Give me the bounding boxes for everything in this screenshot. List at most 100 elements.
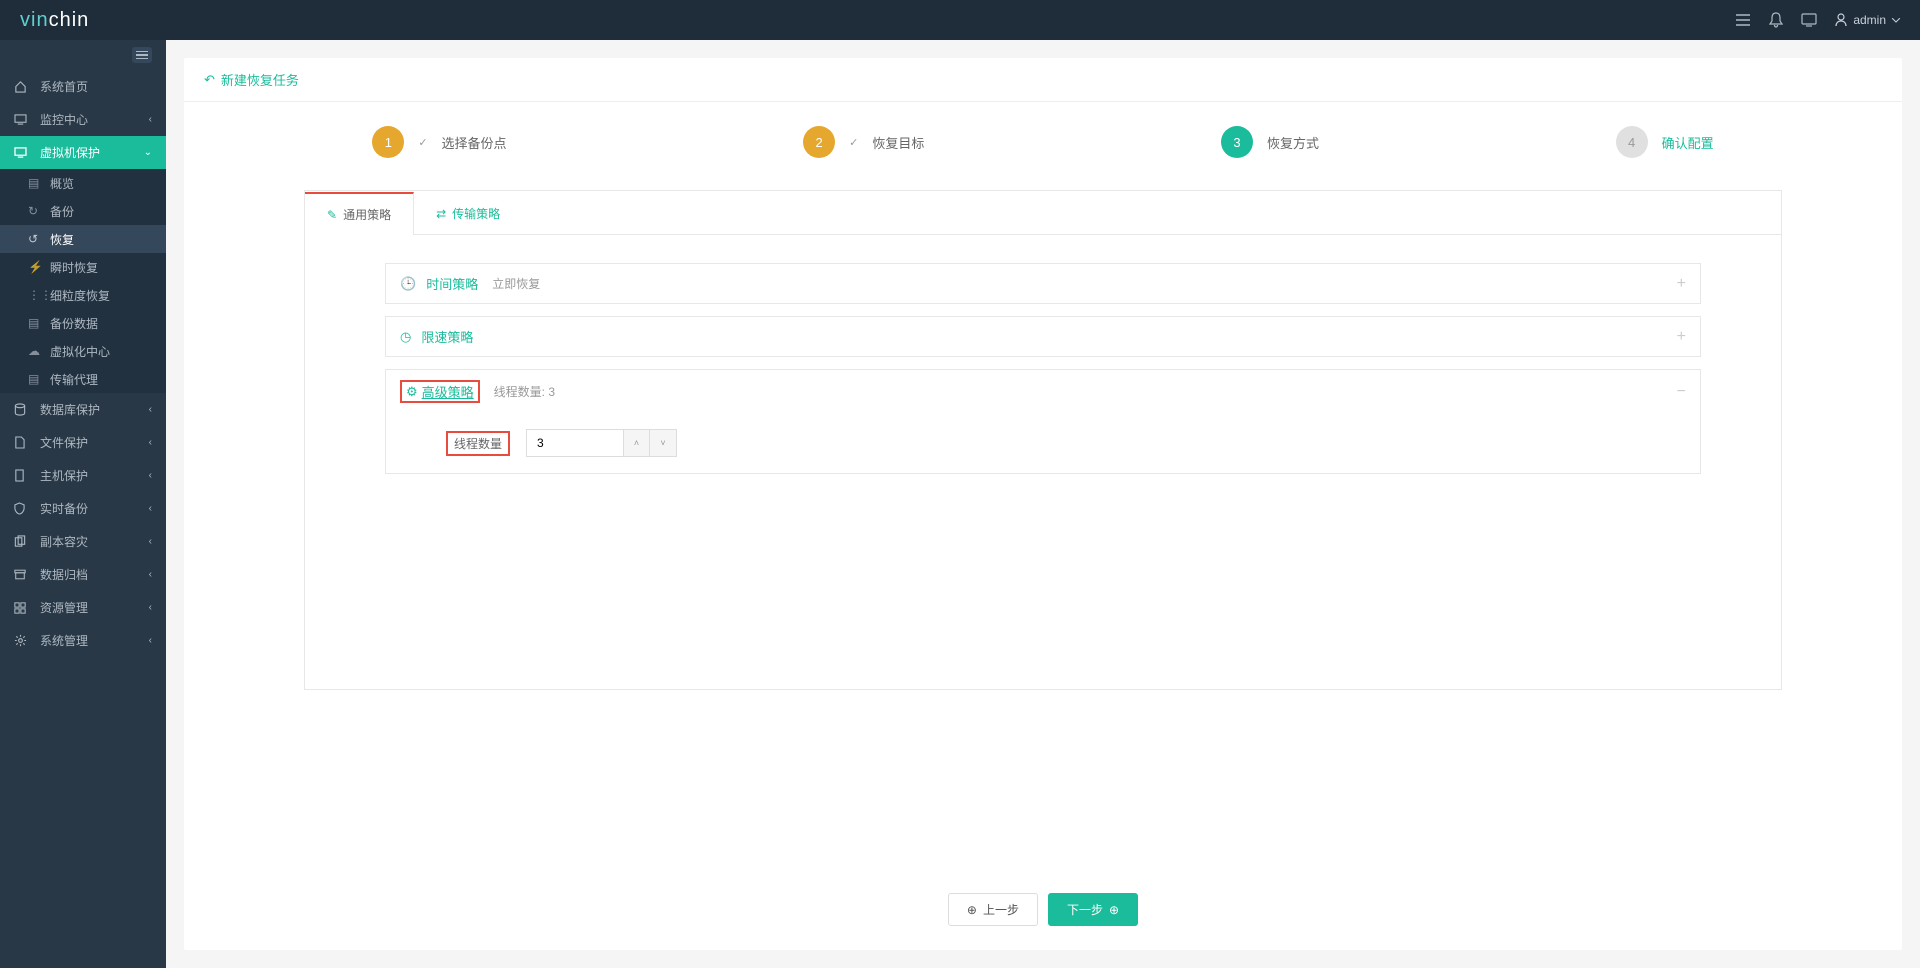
chevron-left-icon: ‹	[149, 635, 152, 646]
sidebar-item-vm-protection[interactable]: 虚拟机保护 ⌄	[0, 136, 166, 169]
sidebar-item-resources[interactable]: 资源管理‹	[0, 591, 166, 624]
sidebar-item-label: 瞬时恢复	[50, 259, 98, 276]
sidebar-item-label: 监控中心	[40, 111, 88, 128]
flash-icon: ⚡	[28, 260, 42, 274]
spinner-down[interactable]: ˅	[650, 430, 676, 456]
sidebar-item-realtime[interactable]: 实时备份 ‹	[0, 492, 166, 525]
next-button[interactable]: 下一步 ⊕	[1048, 893, 1138, 926]
wizard-steps: 1 ✓ 选择备份点 2 ✓ 恢复目标 3 恢复方式 4 确认配置	[184, 102, 1902, 190]
panel-header: ↶ 新建恢复任务	[184, 58, 1902, 102]
page-title: 新建恢复任务	[221, 70, 299, 89]
host-icon	[14, 469, 30, 482]
logo[interactable]: vinchin	[20, 0, 89, 40]
sidebar-item-label: 虚拟化中心	[50, 343, 110, 360]
hamburger-icon[interactable]	[132, 47, 152, 63]
advanced-strategy-header[interactable]: ⚙ 高级策略 线程数量: 3 −	[386, 370, 1700, 413]
spinner-buttons: ˄ ˅	[623, 430, 676, 456]
sidebar-item-label: 主机保护	[40, 467, 88, 484]
chevron-left-icon: ‹	[149, 536, 152, 547]
sidebar-item-db[interactable]: 数据库保护‹	[0, 393, 166, 426]
sidebar-item-label: 实时备份	[40, 500, 88, 517]
sub-granular-restore[interactable]: ⋮⋮细粒度恢复	[0, 281, 166, 309]
step-1[interactable]: 1 ✓ 选择备份点	[372, 126, 506, 158]
sidebar-item-label: 资源管理	[40, 599, 88, 616]
sidebar-item-label: 系统首页	[40, 78, 88, 95]
thread-input[interactable]	[527, 430, 623, 456]
step-label: 恢复方式	[1267, 133, 1319, 152]
logo-part2: chin	[49, 9, 90, 31]
tab-label: 传输策略	[452, 205, 500, 222]
sidebar-item-home[interactable]: 系统首页	[0, 70, 166, 103]
spinner-up[interactable]: ˄	[624, 430, 650, 456]
speed-strategy-header[interactable]: ◷ 限速策略 +	[386, 317, 1700, 356]
agent-icon: ▤	[28, 372, 42, 386]
shield-icon	[14, 502, 30, 515]
chevron-down-icon: ⌄	[144, 147, 152, 158]
backup-icon: ↻	[28, 204, 42, 218]
tab-transfer[interactable]: ⇄ 传输策略	[414, 191, 522, 234]
sidebar-item-system[interactable]: 系统管理 ‹	[0, 624, 166, 657]
sub-restore[interactable]: ↺ 恢复	[0, 225, 166, 253]
topbar-right: admin	[1735, 12, 1900, 28]
file-icon	[14, 436, 30, 449]
bell-icon[interactable]	[1769, 12, 1783, 28]
thread-spinner: ˄ ˅	[526, 429, 677, 457]
chevron-left-icon: ‹	[149, 503, 152, 514]
database-icon	[14, 403, 30, 416]
chevron-down-icon	[1892, 18, 1900, 23]
sub-backup-data[interactable]: ▤备份数据	[0, 309, 166, 337]
chevron-left-icon: ‹	[149, 437, 152, 448]
sub-overview[interactable]: ▤概览	[0, 169, 166, 197]
sidebar-item-replica[interactable]: 副本容灾 ‹	[0, 525, 166, 558]
sidebar: 系统首页 监控中心 ‹ 虚拟机保护 ⌄ ▤概览 ↻备份 ↺恢复 ⚡瞬时恢复 ⋮⋮…	[0, 40, 166, 968]
prev-button[interactable]: ⊕ 上一步	[948, 893, 1038, 926]
sidebar-item-label: 细粒度恢复	[50, 287, 110, 304]
chevron-left-icon: ‹	[149, 569, 152, 580]
sidebar-toggle-row	[0, 40, 166, 70]
strategy-title: 高级策略	[422, 382, 474, 401]
plus-icon[interactable]: +	[1677, 275, 1686, 293]
list-icon[interactable]	[1735, 13, 1751, 27]
cloud-icon: ☁	[28, 344, 42, 358]
strategy-title: 限速策略	[421, 327, 473, 346]
sidebar-item-label: 恢复	[50, 231, 74, 248]
thread-label-highlight: 线程数量	[446, 431, 510, 456]
sidebar-item-archive[interactable]: 数据归档‹	[0, 558, 166, 591]
footer-buttons: ⊕ 上一步 下一步 ⊕	[184, 869, 1902, 950]
step-2[interactable]: 2 ✓ 恢复目标	[803, 126, 924, 158]
step-label: 选择备份点	[442, 133, 507, 152]
sidebar-item-label: 概览	[50, 175, 74, 192]
sidebar-item-monitor[interactable]: 监控中心 ‹	[0, 103, 166, 136]
strategy-area: 🕒 时间策略 立即恢复 + ◷ 限速策略 +	[305, 235, 1781, 514]
settings-icon: ⚙	[406, 384, 418, 400]
sidebar-item-label: 文件保护	[40, 434, 88, 451]
sub-transfer-agent[interactable]: ▤传输代理	[0, 365, 166, 393]
time-strategy-header[interactable]: 🕒 时间策略 立即恢复 +	[386, 264, 1700, 303]
vm-submenu: ▤概览 ↻备份 ↺恢复 ⚡瞬时恢复 ⋮⋮细粒度恢复 ▤备份数据 ☁虚拟化中心 ▤…	[0, 169, 166, 393]
back-arrow-icon[interactable]: ↶	[204, 72, 215, 88]
chevron-left-icon: ‹	[149, 470, 152, 481]
sub-instant-restore[interactable]: ⚡ 瞬时恢复	[0, 253, 166, 281]
sub-virtual-center[interactable]: ☁ 虚拟化中心	[0, 337, 166, 365]
sidebar-item-file[interactable]: 文件保护 ‹	[0, 426, 166, 459]
monitor-icon[interactable]	[1801, 13, 1817, 27]
sidebar-item-label: 虚拟机保护	[40, 144, 100, 161]
sub-backup[interactable]: ↻备份	[0, 197, 166, 225]
time-strategy-box: 🕒 时间策略 立即恢复 +	[385, 263, 1701, 304]
strategy-sub: 立即恢复	[492, 275, 540, 292]
tab-general[interactable]: ✎ 通用策略	[305, 192, 414, 235]
restore-icon: ↺	[28, 232, 42, 246]
step-circle: 2	[803, 126, 835, 158]
minus-icon[interactable]: −	[1677, 383, 1686, 401]
user-menu[interactable]: admin	[1835, 13, 1900, 27]
vm-icon	[14, 147, 30, 158]
sidebar-item-host[interactable]: 主机保护 ‹	[0, 459, 166, 492]
sidebar-item-label: 系统管理	[40, 632, 88, 649]
step-circle: 1	[372, 126, 404, 158]
button-label: 上一步	[983, 901, 1019, 918]
clock-icon: 🕒	[400, 276, 416, 292]
sidebar-item-label: 副本容灾	[40, 533, 88, 550]
topbar: vinchin admin	[0, 0, 1920, 40]
plus-icon[interactable]: +	[1677, 328, 1686, 346]
advanced-strategy-box: ⚙ 高级策略 线程数量: 3 − 线程数量	[385, 369, 1701, 474]
